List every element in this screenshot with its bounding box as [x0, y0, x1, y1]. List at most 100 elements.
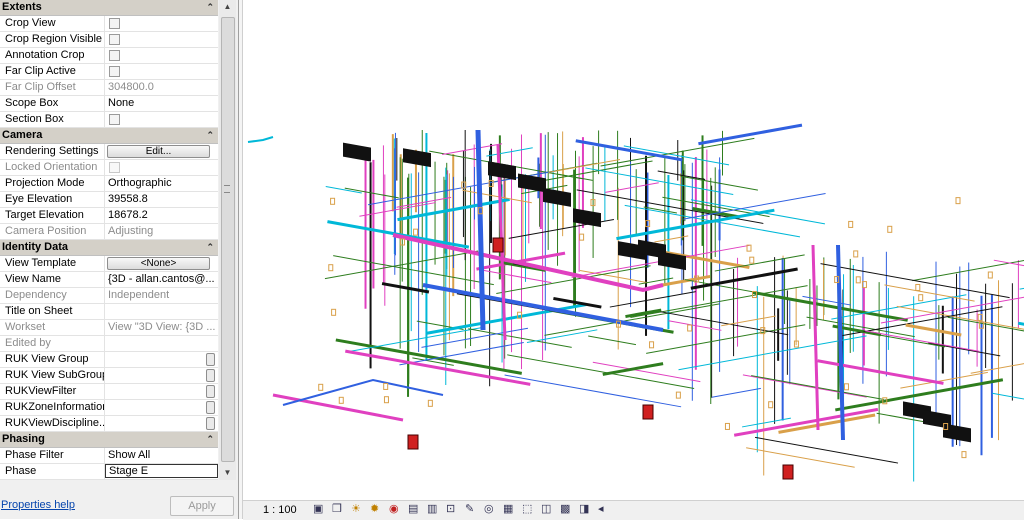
value-button[interactable]: <None>	[107, 257, 210, 270]
property-value[interactable]: 39558.8	[105, 192, 216, 207]
property-name: Rendering Settings	[0, 144, 105, 159]
property-value[interactable]	[105, 384, 216, 399]
checkbox[interactable]	[109, 66, 120, 77]
pipe-fitting	[330, 197, 336, 205]
analytical-model-icon[interactable]: ◫	[541, 504, 554, 515]
property-value[interactable]	[105, 112, 216, 127]
render-icon[interactable]: ◉	[389, 504, 402, 515]
scrollbar-thumb[interactable]	[221, 17, 235, 462]
browse-button[interactable]	[206, 369, 215, 382]
property-name: RUK View Group	[0, 352, 105, 367]
pipe-fitting	[915, 283, 921, 291]
reveal-constraints-icon[interactable]: ◨	[579, 504, 592, 515]
property-value[interactable]: 18678.2	[105, 208, 216, 223]
group-header-phasing[interactable]: Phasing ⌃	[0, 432, 218, 448]
show-crop-icon[interactable]: ▥	[427, 504, 440, 515]
property-value[interactable]	[105, 64, 216, 79]
group-header-extents[interactable]: Extents ⌃	[0, 0, 218, 16]
property-row-ruk-view-group: RUK View Group	[0, 352, 218, 368]
scroll-down-icon[interactable]: ▼	[219, 466, 236, 480]
pipe-fitting	[318, 383, 324, 391]
value-text: 39558.8	[108, 193, 148, 205]
collapse-chevron-icon[interactable]: ⌃	[206, 0, 214, 15]
browse-button[interactable]	[206, 401, 215, 414]
pipe-fitting	[855, 276, 861, 284]
group-title: Phasing	[2, 433, 45, 445]
worksharing-icon[interactable]: ⬚	[522, 504, 535, 515]
value-button[interactable]: Edit...	[107, 145, 210, 158]
horizontal-run	[646, 324, 806, 354]
horizontal-run	[335, 338, 523, 375]
property-name: RUK View SubGroup	[0, 368, 105, 383]
property-value[interactable]: None	[105, 96, 216, 111]
property-value[interactable]: Show All	[105, 448, 216, 463]
property-row-crop-view: Crop View	[0, 16, 218, 32]
sun-path-icon[interactable]: ☀	[351, 504, 364, 515]
visual-style-icon[interactable]: ❒	[332, 504, 345, 515]
property-value[interactable]	[105, 16, 216, 31]
property-value: View "3D View: {3D ...	[105, 320, 216, 335]
3d-view-canvas[interactable]	[243, 0, 1024, 500]
property-value[interactable]	[105, 48, 216, 63]
property-value[interactable]	[105, 32, 216, 47]
properties-scrollbar[interactable]: ▲ ▼	[219, 0, 236, 480]
horizontal-run	[630, 285, 808, 318]
checkbox[interactable]	[109, 50, 120, 61]
stray-element	[247, 136, 274, 143]
horizontal-run	[752, 290, 908, 322]
shadows-icon[interactable]: ✹	[370, 504, 383, 515]
horizontal-run	[507, 354, 695, 389]
main-trunk	[475, 129, 486, 331]
apply-button[interactable]: Apply	[170, 496, 234, 516]
checkbox[interactable]	[109, 114, 120, 125]
crop-view-icon[interactable]: ▤	[408, 504, 421, 515]
browse-button[interactable]	[206, 417, 215, 430]
collapse-chevron-icon[interactable]: ⌃	[206, 432, 214, 447]
collapse-chevron-icon[interactable]: ⌃	[206, 128, 214, 143]
group-header-identity-data[interactable]: Identity Data ⌃	[0, 240, 218, 256]
property-name: View Name	[0, 272, 105, 287]
horizontal-run	[333, 255, 494, 286]
highlight-displacement-icon[interactable]: ▩	[560, 504, 573, 515]
properties-help-link[interactable]: Properties help	[1, 499, 75, 511]
property-row-phase-filter: Phase Filter Show All	[0, 448, 218, 464]
collapse-chevron-icon[interactable]: ⌃	[206, 240, 214, 255]
value-text: 18678.2	[108, 209, 148, 221]
property-name: Projection Mode	[0, 176, 105, 191]
property-row-dependency: Dependency Independent	[0, 288, 218, 304]
rooftop-unit	[343, 142, 371, 162]
scroll-up-icon[interactable]: ▲	[219, 0, 236, 14]
reveal-hidden-icon[interactable]: ◎	[484, 504, 497, 515]
property-value[interactable]: Orthographic	[105, 176, 216, 191]
property-value[interactable]	[105, 352, 216, 367]
group-header-camera[interactable]: Camera ⌃	[0, 128, 218, 144]
property-value[interactable]: <None>	[105, 256, 216, 271]
view-scale[interactable]: 1 : 100	[263, 504, 297, 516]
unlock-3d-icon[interactable]: ⊡	[446, 504, 459, 515]
property-value[interactable]	[105, 368, 216, 383]
checkbox[interactable]	[109, 34, 120, 45]
property-value[interactable]: Edit...	[105, 144, 216, 159]
property-row-eye-elevation: Eye Elevation 39558.8	[0, 192, 218, 208]
browse-button[interactable]	[206, 353, 215, 366]
property-name: Crop View	[0, 16, 105, 31]
horizontal-run	[486, 147, 533, 157]
property-name: RUKViewFilter	[0, 384, 105, 399]
browse-button[interactable]	[206, 385, 215, 398]
rooftop-unit	[573, 208, 601, 228]
property-value[interactable]: Stage E	[105, 464, 218, 478]
temporary-hide-icon[interactable]: ✎	[465, 504, 478, 515]
property-value[interactable]	[105, 416, 216, 431]
property-value: 304800.0	[105, 80, 216, 95]
property-value[interactable]: {3D - allan.cantos@...	[105, 272, 216, 287]
checkbox[interactable]	[109, 18, 120, 29]
property-name: Dependency	[0, 288, 105, 303]
property-value[interactable]	[105, 400, 216, 415]
property-name: RUKZoneInformation	[0, 400, 105, 415]
scroll-left-icon[interactable]: ◂	[598, 504, 611, 515]
property-value[interactable]	[105, 304, 216, 319]
temporary-view-properties-icon[interactable]: ▦	[503, 504, 516, 515]
property-name: Workset	[0, 320, 105, 335]
horizontal-run	[504, 374, 682, 408]
detail-level-icon[interactable]: ▣	[313, 504, 326, 515]
